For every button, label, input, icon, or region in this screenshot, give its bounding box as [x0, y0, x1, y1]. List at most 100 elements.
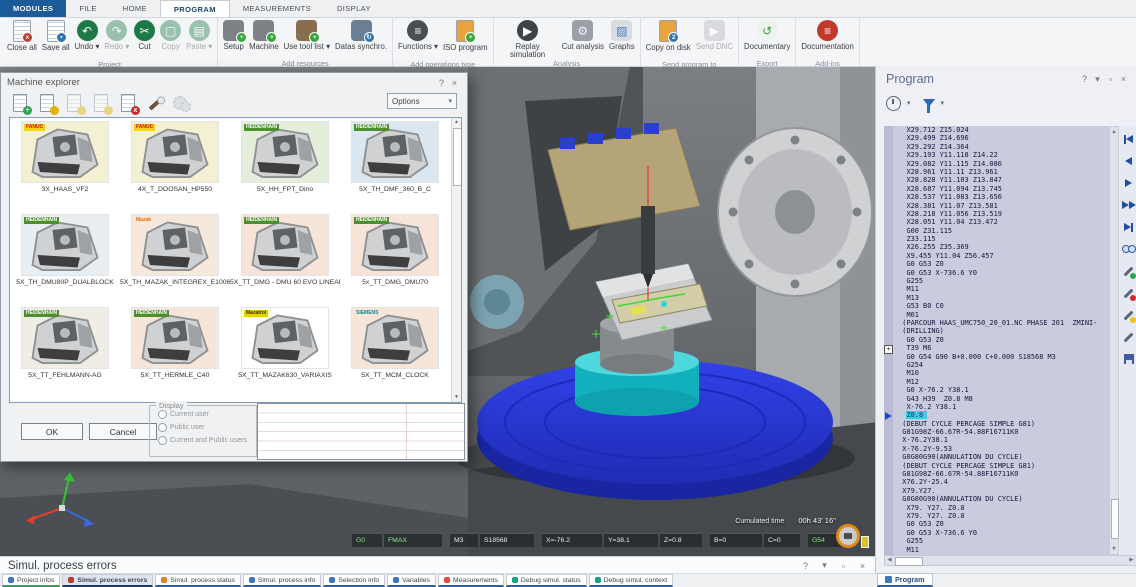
machine-item-5x-th-dmu80p-dualblock[interactable]: HEIDENHAIN5X_TH_DMU80P_DUALBLOCK: [10, 211, 120, 304]
gcode-line[interactable]: G81G98Z-66.67R-54.88F16711K0: [894, 470, 1109, 478]
delete-machine-icon[interactable]: x: [117, 93, 141, 115]
gcode-line[interactable]: G00 Z31.115: [894, 227, 1109, 235]
datas-synchro-button[interactable]: ↻Datas synchro.: [333, 19, 389, 59]
delete-operation-icon[interactable]: [1120, 284, 1136, 302]
gcode-line[interactable]: X28.051 Y11.04 Z13.472: [894, 218, 1109, 226]
bottom-tab-simul-process-errors[interactable]: Simul. process errors: [62, 574, 153, 587]
ribbon-tab-measurements[interactable]: MEASUREMENTS: [230, 0, 324, 17]
gcode-line[interactable]: X29.292 Z14.364: [894, 143, 1109, 151]
gcode-line[interactable]: X29.193 Y11.118 Z14.22: [894, 151, 1109, 159]
gcode-line[interactable]: Z33.115: [894, 235, 1109, 243]
gcode-line[interactable]: X29.712 Z15.024: [894, 126, 1109, 134]
close-all-button[interactable]: xClose all: [5, 19, 39, 60]
ribbon-tab-file[interactable]: FILE: [66, 0, 109, 17]
help-icon[interactable]: ?: [1078, 74, 1091, 84]
gcode-line[interactable]: G0 G53 X-736.6 Y0: [894, 269, 1109, 277]
dialog-titlebar[interactable]: Machine explorer ? ×: [1, 73, 467, 90]
machine-item-4x-t-doosan-hp550[interactable]: FANUC4X_T_DOOSAN_HP550: [120, 118, 230, 211]
close-icon[interactable]: ×: [856, 561, 869, 571]
gcode-line[interactable]: X26.255 Z35.369: [894, 243, 1109, 251]
gcode-line[interactable]: (DEBUT CYCLE PERCAGE SIMPLE G81): [894, 420, 1109, 428]
machine-item-5x-tt-fehlmann-ag[interactable]: HEIDENHAIN5X_TT_FEHLMANN-AG: [10, 304, 120, 397]
gcode-line[interactable]: M01: [894, 311, 1109, 319]
help-icon[interactable]: ?: [799, 561, 812, 571]
gcode-line[interactable]: G81G98Z-66.67R-54.88F16711K0: [894, 428, 1109, 436]
pin-icon[interactable]: ▫: [837, 561, 850, 571]
machine-item-5x-th-dmf-360-b-c[interactable]: HEIDENHAIN5X_TH_DMF_360_B_C: [340, 118, 450, 211]
scroll-up-icon[interactable]: ▲: [1110, 127, 1118, 137]
record-button[interactable]: [836, 524, 860, 548]
bottom-tab-measurements[interactable]: Measurements: [438, 574, 504, 587]
machine-item-5x-hh-fpt-dino[interactable]: HEIDENHAIN5X_HH_FPT_Dino: [230, 118, 340, 211]
gcode-line[interactable]: X28.828 Y11.103 Z13.847: [894, 176, 1109, 184]
gcode-line[interactable]: (DRILLING): [894, 327, 1109, 335]
edit-wizard-icon[interactable]: [1120, 306, 1136, 324]
radio-option-current-and-public-users[interactable]: Current and Public users: [158, 436, 256, 445]
machine-wizard-icon[interactable]: [144, 93, 168, 115]
replay-simulation-button[interactable]: ▶Replay simulation: [497, 19, 559, 59]
gcode-area[interactable]: + X29.712 Z15.024 X29.499 Z14.696 X29.29…: [884, 126, 1109, 555]
insert-operation-icon[interactable]: [1120, 262, 1136, 280]
gcode-line[interactable]: G255: [894, 277, 1109, 285]
machine-item-5x-th-mazak-integrex-e1006[interactable]: Mazak5X_TH_MAZAK_INTEGREX_E1006: [120, 211, 230, 304]
scroll-left-icon[interactable]: ◀: [885, 556, 894, 565]
iso-program-button[interactable]: +ISO program: [441, 19, 490, 60]
scroll-up-icon[interactable]: ▲: [452, 118, 461, 127]
gcode-line[interactable]: X79. Y27. Z0.8: [894, 504, 1109, 512]
program-panel-tab[interactable]: Program: [877, 573, 933, 587]
machine-item-5x-tt-dmg-dmu-60-evo-linear[interactable]: HEIDENHAIN5X_TT_DMG - DMU 60 EVO LINEAR: [230, 211, 340, 304]
gcode-vscrollbar[interactable]: ▲ ▼: [1109, 126, 1119, 555]
gcode-line[interactable]: G43 H39 Z0.8 M8: [894, 395, 1109, 403]
radio-option-public-user[interactable]: Public user: [158, 423, 256, 432]
scroll-down-icon[interactable]: ▼: [1110, 544, 1118, 554]
copy-on-disk-button[interactable]: 2Copy on disk: [644, 19, 693, 60]
gcode-line[interactable]: X28.218 Y11.056 Z13.519: [894, 210, 1109, 218]
bottom-tab-simul-process-info[interactable]: Simul. process info: [243, 574, 321, 587]
gcode-line[interactable]: G0 G53 X-736.6 Y0: [894, 529, 1109, 537]
gcode-line[interactable]: G0G80G90(ANNULATION DU CYCLE): [894, 453, 1109, 461]
gcode-line[interactable]: M10: [894, 369, 1109, 377]
machine-item-3x-haas-vf2[interactable]: FANUC3X_HAAS_VF2: [10, 118, 120, 211]
step-forward-icon[interactable]: [1120, 174, 1136, 192]
scrollbar-thumb[interactable]: [453, 128, 462, 186]
gcode-line[interactable]: G254: [894, 361, 1109, 369]
ribbon-tab-modules[interactable]: MODULES: [0, 0, 66, 17]
chevron-down-icon[interactable]: ▾: [941, 99, 945, 107]
bottom-tab-debug-simul-status[interactable]: Debug simul. status: [506, 574, 587, 587]
gcode-line[interactable]: M11: [894, 285, 1109, 293]
machine-button[interactable]: +Machine: [247, 19, 280, 59]
options-dropdown[interactable]: Options ▾: [387, 93, 457, 109]
machine-item-5x-tt-mcm-clock[interactable]: SIEMENS5X_TT_MCM_CLOCK: [340, 304, 450, 397]
gcode-line[interactable]: G53 B0 C0: [894, 302, 1109, 310]
scroll-right-icon[interactable]: ▶: [1127, 556, 1136, 565]
gcode-line[interactable]: (DEBUT CYCLE PERCAGE SIMPLE G81): [894, 462, 1109, 470]
documentary-button[interactable]: ↺Documentary: [742, 19, 792, 59]
gcode-line[interactable]: X76.2Y-25.4: [894, 478, 1109, 486]
gcode-line[interactable]: M11: [894, 546, 1109, 554]
scrollbar-thumb[interactable]: [1111, 499, 1119, 539]
gcode-line[interactable]: G0 X-76.2 Y38.1: [894, 386, 1109, 394]
gcode-line[interactable]: G0G80G90(ANNULATION DU CYCLE): [894, 495, 1109, 503]
ribbon-tab-program[interactable]: PROGRAM: [160, 0, 230, 17]
import-machine-icon[interactable]: [36, 93, 60, 115]
pin-icon[interactable]: ▫: [1104, 74, 1117, 84]
gcode-hscrollbar[interactable]: ◀ ▶: [884, 555, 1136, 566]
edit-icon[interactable]: [1120, 328, 1136, 346]
bottom-tab-selection-info[interactable]: Selection info: [323, 574, 385, 587]
undo-button[interactable]: ↶Undo ▾: [73, 19, 102, 59]
find-icon[interactable]: [1120, 240, 1136, 258]
gcode-line[interactable]: X29.082 Y11.115 Z14.086: [894, 160, 1109, 168]
run-to-cursor-icon[interactable]: [1120, 196, 1136, 214]
gcode-line[interactable]: G255: [894, 537, 1109, 545]
gcode-line[interactable]: T39 M6: [894, 344, 1109, 352]
save-icon[interactable]: [1120, 350, 1136, 368]
go-first-icon[interactable]: [1120, 130, 1136, 148]
gcode-line[interactable]: G0 G53 Z0: [894, 260, 1109, 268]
use-tool-list-button[interactable]: +Use tool list ▾: [282, 19, 332, 59]
filter-icon[interactable]: [923, 99, 935, 107]
close-icon[interactable]: ×: [448, 78, 461, 88]
gcode-line[interactable]: X28.537 Y11.083 Z13.656: [894, 193, 1109, 201]
setup-button[interactable]: +Setup: [221, 19, 246, 59]
machine-item-5x-tt-mazak630-variaxis[interactable]: Mazatrol5X_TT_MAZAK630_VARIAXIS: [230, 304, 340, 397]
gcode-line[interactable]: X79. Y27. Z0.8: [894, 512, 1109, 520]
